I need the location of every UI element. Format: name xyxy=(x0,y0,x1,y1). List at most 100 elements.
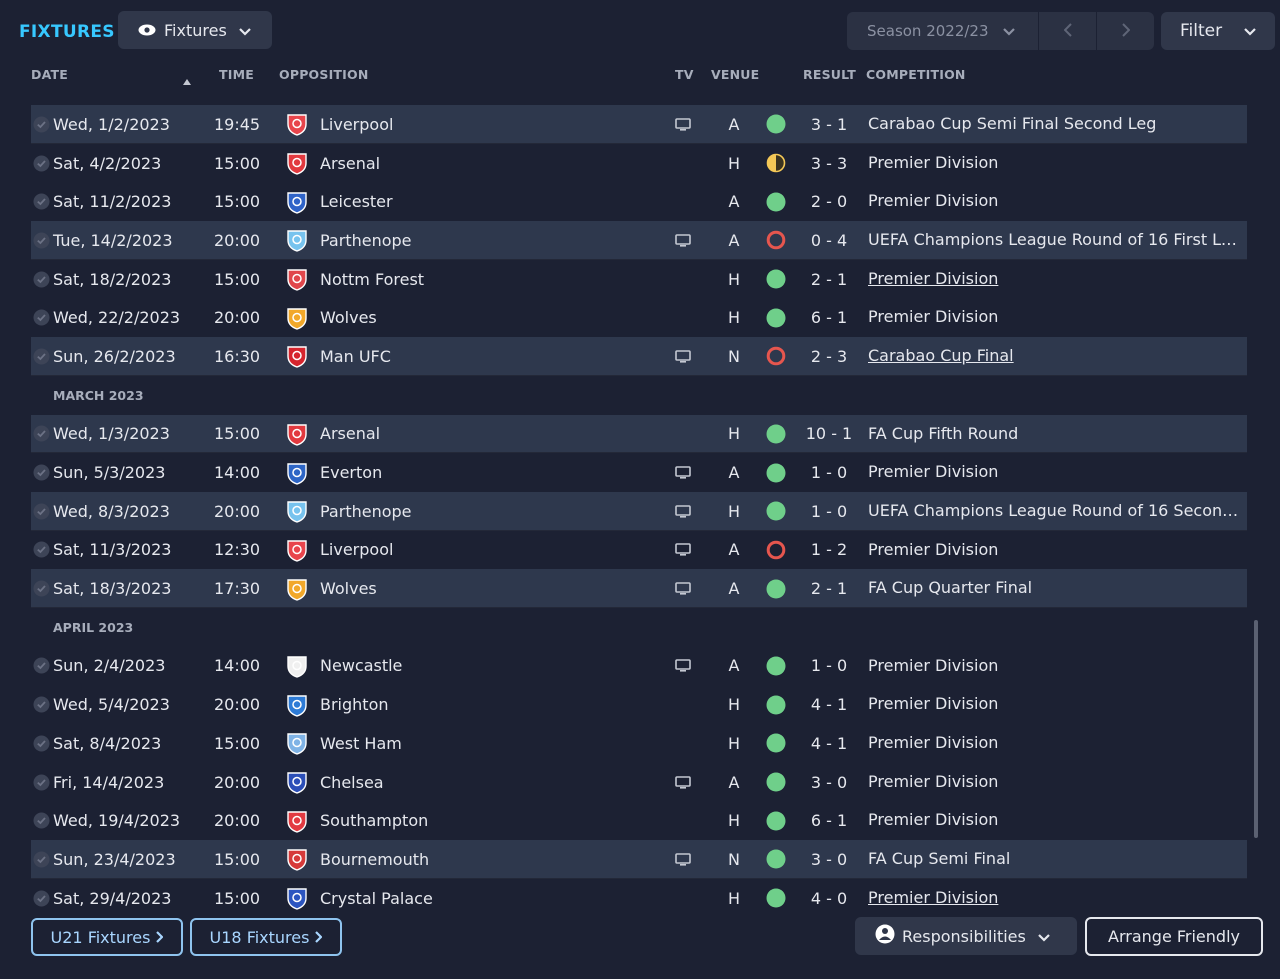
competition-link[interactable]: Premier Division xyxy=(868,879,1240,918)
fixture-score[interactable]: 1 - 2 xyxy=(799,531,859,570)
fixture-score[interactable]: 3 - 3 xyxy=(799,144,859,183)
competition-link[interactable]: Premier Division xyxy=(868,298,1240,337)
fixture-row[interactable]: Sun, 2/4/2023 14:00 Newcastle A 1 - 0 Premier… xyxy=(31,647,1247,686)
fixture-row[interactable]: Sat, 8/4/2023 15:00 West Ham H 4 - 1 Premier … xyxy=(31,724,1247,763)
competition-link[interactable]: FA Cup Quarter Final xyxy=(868,569,1240,608)
fixture-score[interactable]: 3 - 1 xyxy=(799,105,859,144)
column-header-date[interactable]: DATE xyxy=(31,67,68,82)
column-header-competition[interactable]: COMPETITION xyxy=(866,67,966,82)
fixture-row[interactable]: Sat, 11/2/2023 15:00 Leicester A 2 - 0 Premie… xyxy=(31,182,1247,221)
check-icon xyxy=(33,879,53,918)
fixture-row[interactable]: Tue, 14/2/2023 20:00 Parthenope A 0 - 4 UEFA … xyxy=(31,221,1247,260)
responsibilities-button[interactable]: Responsibilities xyxy=(855,917,1077,955)
competition-link[interactable]: UEFA Champions League Round of 16 First … xyxy=(868,221,1240,260)
fixture-row[interactable]: Wed, 19/4/2023 20:00 Southampton H 6 - 1 Prem… xyxy=(31,801,1247,840)
column-header-time[interactable]: TIME xyxy=(219,67,254,82)
competition-link[interactable]: FA Cup Fifth Round xyxy=(868,415,1240,454)
fixture-score[interactable]: 0 - 4 xyxy=(799,221,859,260)
fixture-score[interactable]: 3 - 0 xyxy=(799,763,859,802)
fixture-date: Wed, 1/2/2023 xyxy=(53,114,170,134)
club-badge-icon xyxy=(285,569,309,608)
opposition-link[interactable]: Arsenal xyxy=(320,144,380,183)
fixture-score[interactable]: 4 - 1 xyxy=(799,724,859,763)
competition-link[interactable]: Carabao Cup Final xyxy=(868,337,1240,376)
competition-link[interactable]: Premier Division xyxy=(868,685,1240,724)
opposition-link[interactable]: West Ham xyxy=(320,724,402,763)
competition-link[interactable]: UEFA Champions League Round of 16 Second… xyxy=(868,492,1240,531)
opposition-link[interactable]: Crystal Palace xyxy=(320,879,433,918)
opposition-link[interactable]: Man UFC xyxy=(320,337,391,376)
fixture-row[interactable]: Sun, 5/3/2023 14:00 Everton A 1 - 0 Premier D… xyxy=(31,453,1247,492)
competition-link[interactable]: Premier Division xyxy=(868,647,1240,686)
fixture-row[interactable]: Fri, 14/4/2023 20:00 Chelsea A 3 - 0 Premier … xyxy=(31,763,1247,802)
competition-link[interactable]: Premier Division xyxy=(868,260,1240,299)
column-header-opposition[interactable]: OPPOSITION xyxy=(279,67,369,82)
opposition-link[interactable]: Southampton xyxy=(320,801,428,840)
fixture-time: 20:00 xyxy=(214,811,261,831)
month-label: APRIL 2023 xyxy=(53,619,134,635)
fixture-score[interactable]: 1 - 0 xyxy=(799,647,859,686)
opposition-link[interactable]: Wolves xyxy=(320,569,377,608)
competition-link[interactable]: Premier Division xyxy=(868,453,1240,492)
fixture-score[interactable]: 10 - 1 xyxy=(799,415,859,454)
fixture-score[interactable]: 4 - 0 xyxy=(799,879,859,918)
fixture-row[interactable]: Wed, 1/3/2023 15:00 Arsenal H 10 - 1 FA Cup F… xyxy=(31,414,1247,454)
competition-link[interactable]: Premier Division xyxy=(868,801,1240,840)
fixture-score[interactable]: 4 - 1 xyxy=(799,685,859,724)
competition-link[interactable]: Carabao Cup Semi Final Second Leg xyxy=(868,105,1240,144)
fixture-row[interactable]: Sun, 23/4/2023 15:00 Bournemouth N 3 - 0 FA C… xyxy=(31,840,1247,879)
fixture-score[interactable]: 6 - 1 xyxy=(799,801,859,840)
fixture-row[interactable]: Sat, 11/3/2023 12:30 Liverpool A 1 - 2 Premie… xyxy=(31,531,1247,570)
scrollbar[interactable] xyxy=(1254,620,1258,838)
fixture-row[interactable]: Wed, 22/2/2023 20:00 Wolves H 6 - 1 Premier D… xyxy=(31,298,1247,337)
competition-link[interactable]: Premier Division xyxy=(868,182,1240,221)
fixture-score[interactable]: 2 - 1 xyxy=(799,260,859,299)
opposition-link[interactable]: Parthenope xyxy=(320,492,412,531)
fixture-row[interactable]: Wed, 5/4/2023 20:00 Brighton H 4 - 1 Premier … xyxy=(31,685,1247,724)
opposition-link[interactable]: Arsenal xyxy=(320,415,380,454)
competition-link[interactable]: Premier Division xyxy=(868,531,1240,570)
opposition-link[interactable]: Brighton xyxy=(320,685,389,724)
opposition-link[interactable]: Leicester xyxy=(320,182,393,221)
fixture-row[interactable]: Sun, 26/2/2023 16:30 Man UFC N 2 - 3 Carabao … xyxy=(31,337,1247,376)
column-header-venue[interactable]: VENUE xyxy=(711,67,759,82)
u18-fixtures-button[interactable]: U18 Fixtures xyxy=(190,918,342,956)
filter-button[interactable]: Filter xyxy=(1161,12,1275,50)
arrange-friendly-button[interactable]: Arrange Friendly xyxy=(1085,917,1263,956)
fixture-score[interactable]: 2 - 3 xyxy=(799,337,859,376)
fixture-row[interactable]: Wed, 1/2/2023 19:45 Liverpool A 3 - 1 Carabao… xyxy=(31,105,1247,144)
opposition-link[interactable]: Parthenope xyxy=(320,221,412,260)
fixture-row[interactable]: Wed, 8/3/2023 20:00 Parthenope H 1 - 0 UEFA C… xyxy=(31,491,1247,531)
competition-link[interactable]: Premier Division xyxy=(868,144,1240,183)
opposition-link[interactable]: Liverpool xyxy=(320,531,393,570)
fixture-score[interactable]: 2 - 0 xyxy=(799,182,859,221)
u21-fixtures-button[interactable]: U21 Fixtures xyxy=(31,918,183,956)
column-header-tv[interactable]: TV xyxy=(675,67,694,82)
fixture-score[interactable]: 1 - 0 xyxy=(799,453,859,492)
opposition-link[interactable]: Wolves xyxy=(320,298,377,337)
competition-link[interactable]: Premier Division xyxy=(868,763,1240,802)
previous-season-button[interactable] xyxy=(1039,12,1097,50)
next-season-button[interactable] xyxy=(1097,12,1154,50)
opposition-link[interactable]: Newcastle xyxy=(320,647,402,686)
view-selector-button[interactable]: Fixtures xyxy=(118,11,272,49)
fixture-row[interactable]: Sat, 18/2/2023 15:00 Nottm Forest H 2 - 1 Pre… xyxy=(31,260,1247,299)
opposition-link[interactable]: Nottm Forest xyxy=(320,260,424,299)
opposition-link[interactable]: Chelsea xyxy=(320,763,384,802)
opposition-link[interactable]: Liverpool xyxy=(320,105,393,144)
fixture-score[interactable]: 1 - 0 xyxy=(799,492,859,531)
fixture-row[interactable]: Sat, 4/2/2023 15:00 Arsenal H 3 - 3 Premier D… xyxy=(31,144,1247,183)
fixture-row[interactable]: Sat, 29/4/2023 15:00 Crystal Palace H 4 - 0P… xyxy=(31,879,1247,918)
fixture-score[interactable]: 2 - 1 xyxy=(799,569,859,608)
fixture-score[interactable]: 3 - 0 xyxy=(799,840,859,879)
competition-link[interactable]: Premier Division xyxy=(868,724,1240,763)
opposition-link[interactable]: Everton xyxy=(320,453,382,492)
competition-link[interactable]: FA Cup Semi Final xyxy=(868,840,1240,879)
fixture-row[interactable]: Sat, 18/3/2023 17:30 Wolves A 2 - 1 FA Cup Qu… xyxy=(31,569,1247,608)
season-dropdown[interactable]: Season 2022/23 xyxy=(847,12,1039,50)
column-header-result[interactable]: RESULT xyxy=(803,67,856,82)
fixture-date: Sun, 26/2/2023 xyxy=(53,346,176,366)
opposition-link[interactable]: Bournemouth xyxy=(320,840,429,879)
fixture-score[interactable]: 6 - 1 xyxy=(799,298,859,337)
club-badge-icon xyxy=(285,492,309,531)
